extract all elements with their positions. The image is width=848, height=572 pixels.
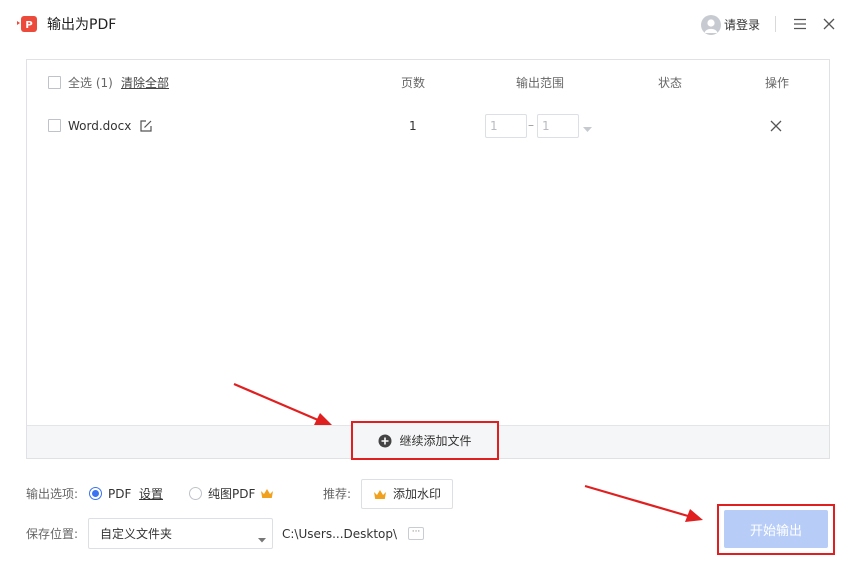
annotation-arrows (233, 382, 703, 522)
arrow-to-add-files (233, 382, 332, 425)
arrow-to-start-output (584, 484, 703, 522)
